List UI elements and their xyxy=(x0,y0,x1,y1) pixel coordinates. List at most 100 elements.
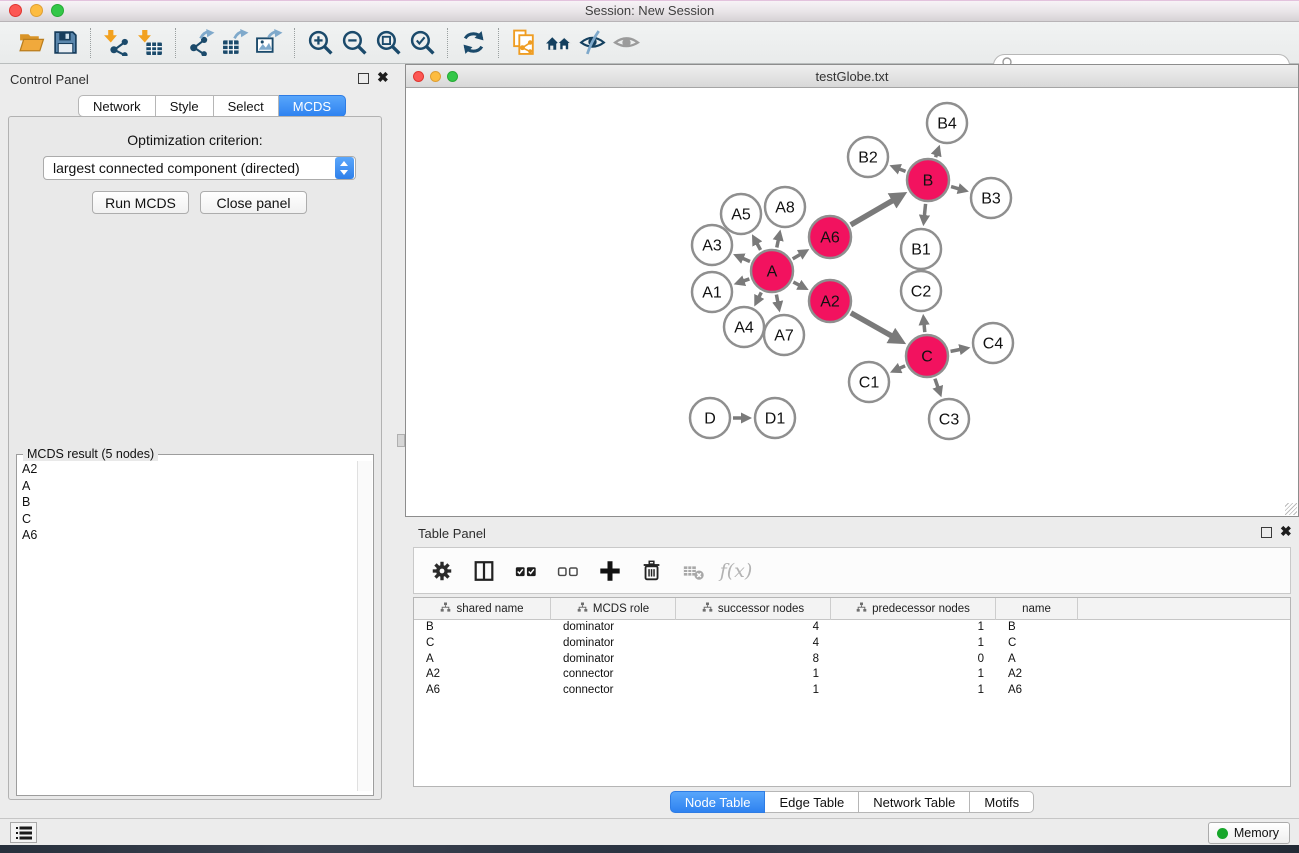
export-table-icon[interactable] xyxy=(218,27,252,59)
table-cell: A6 xyxy=(996,683,1078,699)
network-maximize-button[interactable] xyxy=(447,71,458,82)
graph-node-label: A7 xyxy=(774,328,794,345)
result-item[interactable]: A2 xyxy=(18,461,356,478)
graph-edge-A-A4[interactable] xyxy=(758,292,762,299)
table-panel: Table Panel ✖ f(x) shared nameMCDS roles… xyxy=(405,517,1299,818)
app-titlebar: Session: New Session xyxy=(0,0,1299,22)
close-panel-icon[interactable]: ✖ xyxy=(377,72,389,83)
graph-edge-B-B1[interactable] xyxy=(924,204,926,219)
result-item[interactable]: B xyxy=(18,494,356,511)
zoom-out-icon[interactable] xyxy=(337,27,371,59)
graph-node-label: A3 xyxy=(702,238,722,255)
network-resize-grip[interactable] xyxy=(1285,503,1297,515)
tab-style[interactable]: Style xyxy=(156,95,214,117)
memory-status-icon xyxy=(1217,828,1228,839)
result-item[interactable]: C xyxy=(18,511,356,528)
graph-edge-A-A5[interactable] xyxy=(756,241,761,250)
graph-edge-C-C4[interactable] xyxy=(951,349,964,351)
graph-edge-A-A7[interactable] xyxy=(776,295,778,305)
export-image-icon[interactable] xyxy=(252,27,286,59)
show-all-icon[interactable] xyxy=(609,27,643,59)
table-tab-network-table[interactable]: Network Table xyxy=(859,791,970,813)
table-tab-motifs[interactable]: Motifs xyxy=(970,791,1034,813)
graph-edge-A-A6[interactable] xyxy=(793,253,803,259)
export-network-icon[interactable] xyxy=(184,27,218,59)
column-header-name[interactable]: name xyxy=(996,598,1078,620)
memory-button[interactable]: Memory xyxy=(1208,822,1290,844)
mcds-result-box: MCDS result (5 nodes) A2ABCA6 xyxy=(16,454,374,796)
graph-edge-A-A2[interactable] xyxy=(793,282,802,287)
network-close-button[interactable] xyxy=(413,71,424,82)
table-row[interactable]: Adominator80A xyxy=(414,652,1290,668)
float-table-panel-icon[interactable] xyxy=(1261,527,1272,538)
zoom-selected-icon[interactable] xyxy=(405,27,439,59)
graph-edge-A6-B[interactable] xyxy=(851,198,897,225)
graph-edge-C-C1[interactable] xyxy=(897,366,905,370)
graph-edge-A-A3[interactable] xyxy=(740,257,750,261)
result-item[interactable]: A6 xyxy=(18,527,356,544)
network-graph[interactable]: AA1A2A3A4A5A6A7A8BB1B2B3B4CC1C2C3C4DD1 xyxy=(406,88,1298,516)
show-hide-columns-icon[interactable] xyxy=(468,555,500,587)
tab-mcds[interactable]: MCDS xyxy=(279,95,346,117)
delete-columns-icon[interactable] xyxy=(636,555,668,587)
mcds-result-title: MCDS result (5 nodes) xyxy=(23,447,158,461)
network-minimize-button[interactable] xyxy=(430,71,441,82)
close-panel-button[interactable]: Close panel xyxy=(200,191,307,214)
column-header-predecessor-nodes[interactable]: predecessor nodes xyxy=(831,598,996,620)
maximize-window-button[interactable] xyxy=(51,4,64,17)
minimize-window-button[interactable] xyxy=(30,4,43,17)
new-network-from-selection-icon[interactable] xyxy=(507,27,541,59)
graph-edge-C-C3[interactable] xyxy=(935,379,939,391)
column-header-MCDS-role[interactable]: MCDS role xyxy=(551,598,676,620)
graph-node-label: A6 xyxy=(820,230,840,247)
table-tab-edge-table[interactable]: Edge Table xyxy=(765,791,859,813)
column-header-shared-name[interactable]: shared name xyxy=(414,598,551,620)
open-session-icon[interactable] xyxy=(14,27,48,59)
create-column-icon[interactable] xyxy=(594,555,626,587)
run-mcds-button[interactable]: Run MCDS xyxy=(92,191,189,214)
criterion-dropdown[interactable]: largest connected component (directed) xyxy=(43,156,356,180)
graph-edge-B-B2[interactable] xyxy=(896,168,905,172)
close-table-panel-icon[interactable]: ✖ xyxy=(1280,526,1292,537)
function-builder-icon[interactable]: f(x) xyxy=(720,555,752,587)
tab-network[interactable]: Network xyxy=(78,95,156,117)
graph-edge-A2-C[interactable] xyxy=(851,313,896,339)
first-neighbors-icon[interactable] xyxy=(541,27,575,59)
table-tab-node-table[interactable]: Node Table xyxy=(670,791,766,813)
desktop-background-strip xyxy=(0,845,1299,853)
import-table-icon[interactable] xyxy=(133,27,167,59)
column-header-successor-nodes[interactable]: successor nodes xyxy=(676,598,831,620)
close-window-button[interactable] xyxy=(9,4,22,17)
hide-selected-icon[interactable] xyxy=(575,27,609,59)
table-header-row: shared nameMCDS rolesuccessor nodesprede… xyxy=(414,598,1290,620)
graph-edge-C-C2[interactable] xyxy=(924,321,925,332)
delete-table-icon[interactable] xyxy=(678,555,710,587)
table-row[interactable]: A6connector11A6 xyxy=(414,683,1290,699)
graph-edge-A-A8[interactable] xyxy=(777,237,779,248)
vertical-splitter-grip[interactable] xyxy=(397,434,405,447)
import-network-icon[interactable] xyxy=(99,27,133,59)
result-item[interactable]: A xyxy=(18,478,356,495)
task-history-button[interactable] xyxy=(10,822,37,843)
zoom-in-icon[interactable] xyxy=(303,27,337,59)
table-cell: 1 xyxy=(831,636,996,652)
result-scrollbar[interactable] xyxy=(357,461,372,791)
table-row[interactable]: Cdominator41C xyxy=(414,636,1290,652)
zoom-fit-icon[interactable] xyxy=(371,27,405,59)
graph-edge-B-B4[interactable] xyxy=(936,152,938,157)
select-all-rows-icon[interactable] xyxy=(510,555,542,587)
deselect-all-rows-icon[interactable] xyxy=(552,555,584,587)
graph-edge-A-A1[interactable] xyxy=(741,279,750,282)
float-panel-icon[interactable] xyxy=(358,73,369,84)
tab-select[interactable]: Select xyxy=(214,95,279,117)
graph-edge-B-B3[interactable] xyxy=(951,187,962,190)
table-row[interactable]: A2connector11A2 xyxy=(414,667,1290,683)
network-window-titlebar[interactable]: testGlobe.txt xyxy=(406,65,1298,88)
mcds-result-list[interactable]: A2ABCA6 xyxy=(18,461,356,791)
table-mode-settings-icon[interactable] xyxy=(426,555,458,587)
refresh-icon[interactable] xyxy=(456,27,490,59)
table-row[interactable]: Bdominator41B xyxy=(414,620,1290,636)
status-bar: Memory xyxy=(0,818,1299,845)
save-session-icon[interactable] xyxy=(48,27,82,59)
table-panel-tabs: Node TableEdge TableNetwork TableMotifs xyxy=(405,791,1299,813)
